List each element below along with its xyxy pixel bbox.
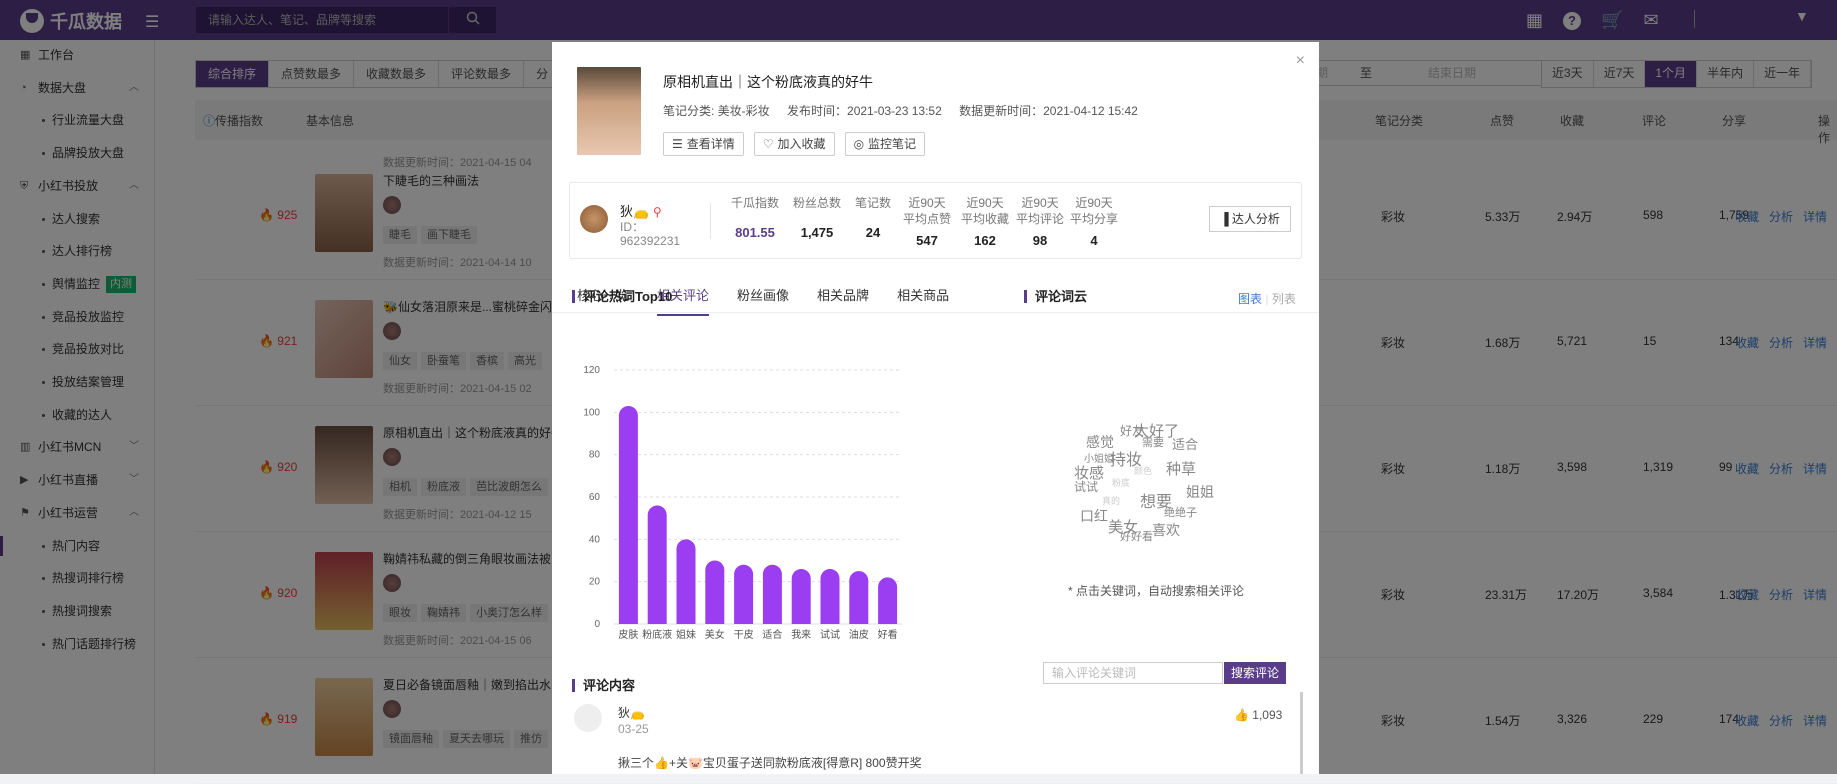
cloud-note: * 点击关键词，自动搜索相关评论: [1068, 584, 1245, 598]
note-cover-image: [577, 67, 641, 155]
cloud-word[interactable]: 颜色: [1134, 464, 1152, 477]
bar-粉底液[interactable]: [647, 505, 667, 624]
cloud-word[interactable]: 适合: [1172, 434, 1198, 453]
add-collect-button[interactable]: ♡ 加入收藏: [753, 132, 835, 156]
comment-likes-value: 1,093: [1252, 708, 1283, 722]
view-detail-label: 查看详情: [686, 137, 735, 151]
y-tick-label: 0: [594, 619, 600, 630]
cloud-word[interactable]: 种草: [1166, 458, 1196, 479]
bar-干皮[interactable]: [734, 564, 754, 624]
tabs-divider: [552, 312, 1319, 313]
monitor-note-label: 监控笔记: [868, 137, 917, 151]
kol-divider: [710, 203, 711, 239]
view-detail-button[interactable]: ☰ 查看详情: [663, 132, 744, 156]
note-published: 发布时间：2021-03-23 13:52: [787, 104, 942, 118]
y-tick-label: 100: [583, 407, 600, 418]
kol-analyze-button[interactable]: ▐ 达人分析: [1209, 206, 1291, 232]
bar-好看[interactable]: [878, 577, 898, 624]
kol-analyze-label: 达人分析: [1231, 212, 1280, 226]
monitor-icon: ◎: [853, 137, 865, 151]
cloud-word[interactable]: 喜欢: [1152, 520, 1180, 540]
x-tick-label: 皮肤: [618, 628, 638, 641]
word-cloud: 好友 太好了 感觉 需要 适合 小姐姐 持妆 种草 妆感 试试 姐姐 想要 口红 绝绝子 美女 喜欢 好好看 粉底…: [1072, 422, 1252, 572]
x-tick-label: 干皮: [734, 628, 754, 641]
cloud-word[interactable]: 口红: [1080, 506, 1108, 526]
hotwords-title: 评论热词Top10: [572, 290, 672, 303]
cloud-view-toggle: 图表 | 列表: [1238, 290, 1296, 307]
y-tick-label: 40: [589, 534, 601, 545]
comment-scrollbar[interactable]: [1300, 692, 1303, 774]
heart-icon: ♡: [762, 137, 774, 151]
kol-stat-6: 近90天 平均分享 4: [1059, 195, 1129, 248]
x-tick-label: 美女: [705, 628, 725, 641]
kol-id: ID：962392231: [620, 220, 681, 248]
note-updated: 数据更新时间：2021-04-12 15:42: [959, 104, 1138, 118]
y-tick-label: 20: [589, 577, 601, 588]
comment-text: 揪三个👍+关🐷宝贝蛋子送同款粉底液[得意R] 800赞开奖: [618, 756, 922, 770]
bar-姐妹[interactable]: [676, 539, 696, 624]
note-detail-modal: × 原相机直出｜这个粉底液真的好牛 笔记分类: 美妆-彩妆 发布时间：2021-…: [552, 42, 1319, 774]
x-tick-label: 我来: [791, 629, 811, 641]
bar-美女[interactable]: [705, 560, 725, 625]
comment-likes: 👍 1,093: [1234, 708, 1282, 722]
cloud-word[interactable]: 姐姐: [1186, 482, 1214, 502]
comment-search-button[interactable]: 搜索评论: [1224, 662, 1286, 684]
bar-我来[interactable]: [791, 568, 811, 624]
cloud-word[interactable]: 好好看: [1120, 528, 1153, 544]
bar-适合[interactable]: [762, 564, 782, 624]
kol-stat-0: 千瓜指数 801.55: [720, 195, 790, 240]
x-tick-label: 油皮: [849, 628, 869, 641]
bar-油皮[interactable]: [849, 571, 869, 624]
y-tick-label: 80: [589, 450, 601, 461]
x-tick-label: 粉底液: [642, 628, 672, 641]
kol-stat-label: 近90天 平均分享: [1069, 196, 1118, 226]
add-collect-label: 加入收藏: [777, 137, 826, 151]
bar-试试[interactable]: [820, 568, 840, 624]
comments-title: 评论内容: [572, 679, 635, 692]
note-title: 原相机直出｜这个粉底液真的好牛: [663, 74, 873, 90]
hotwords-bar-chart: 0 20 40 60 80 100 120 皮肤 粉底液 姐妹 美女 干皮 适合 我来 试试 油皮 好看: [583, 365, 902, 641]
list-icon: ☰: [672, 137, 683, 151]
bar-chart-icon: ▐: [1220, 212, 1229, 226]
x-tick-label: 适合: [762, 628, 782, 641]
x-tick-label: 好看: [878, 628, 898, 641]
y-tick-label: 60: [589, 492, 601, 503]
note-meta: 笔记分类: 美妆-彩妆 发布时间：2021-03-23 13:52 数据更新时间…: [663, 102, 1152, 119]
cloud-chart-toggle[interactable]: 图表: [1238, 292, 1262, 306]
verified-icon: ⚲: [652, 205, 662, 219]
bar-皮肤[interactable]: [618, 405, 638, 624]
close-icon[interactable]: ×: [1296, 52, 1305, 70]
cloud-word[interactable]: 绝绝子: [1164, 504, 1197, 520]
x-tick-label: 试试: [820, 628, 840, 641]
comment-author: 狄👝: [618, 706, 645, 720]
cloud-word[interactable]: 试试: [1074, 478, 1098, 495]
x-tick-label: 姐妹: [676, 628, 696, 641]
kol-card: 狄👝 ⚲ ID：962392231 千瓜指数 801.55 粉丝总数 1,475 笔记数…: [569, 182, 1302, 259]
comment-date: 03-25: [618, 722, 649, 736]
cloud-word[interactable]: 粉底: [1112, 476, 1130, 489]
note-category: 笔记分类: 美妆-彩妆: [663, 104, 770, 118]
y-tick-label: 120: [583, 365, 600, 376]
kol-stat-label: 千瓜指数: [730, 196, 779, 210]
cloud-word[interactable]: 真的: [1102, 494, 1120, 507]
kol-name-text: 狄👝: [620, 204, 650, 219]
kol-stat-value: 4: [1090, 233, 1098, 248]
cloud-word[interactable]: 需要: [1142, 434, 1164, 450]
comment-search-input[interactable]: 输入评论关键词: [1043, 662, 1223, 684]
comment-avatar: [574, 704, 602, 732]
kol-name[interactable]: 狄👝 ⚲: [620, 201, 662, 220]
thumbs-up-icon: 👍: [1234, 708, 1249, 722]
cloud-list-toggle[interactable]: 列表: [1272, 292, 1296, 306]
cloud-title: 评论词云: [1024, 290, 1087, 303]
kol-stat-value: 801.55: [735, 225, 775, 240]
monitor-note-button[interactable]: ◎ 监控笔记: [844, 132, 926, 156]
kol-avatar[interactable]: [580, 205, 608, 233]
